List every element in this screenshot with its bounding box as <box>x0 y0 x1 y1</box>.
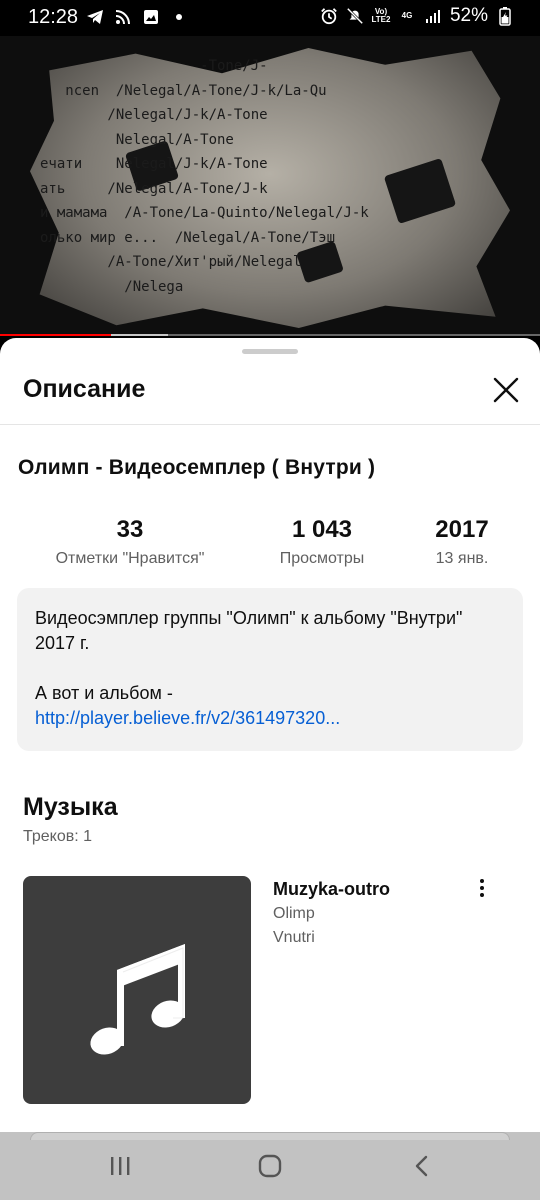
battery-icon <box>496 7 514 26</box>
rss-icon <box>114 8 132 26</box>
network-type: 4G <box>401 11 413 20</box>
video-frame-text: -Tone/J- ncen /Nelegal/A-Tone/J-k/La-Qu … <box>40 58 369 295</box>
video-progress-bar[interactable] <box>0 334 540 336</box>
description-text: Видеосэмплер группы "Олимп" к альбому "В… <box>35 608 463 653</box>
video-progress-buffer <box>110 334 168 336</box>
album-art[interactable] <box>23 876 251 1104</box>
video-title: Олимп - Видеосемплер ( Внутри ) <box>18 456 376 479</box>
status-notification-icons <box>86 8 188 26</box>
mute-icon <box>346 7 364 25</box>
home-icon <box>258 1154 282 1178</box>
network-label: Vo) LTE2 <box>371 7 391 24</box>
track-name[interactable]: Muzyka-outro <box>273 879 390 900</box>
views-count: 1 043 <box>291 516 353 543</box>
signal-icon <box>424 7 442 25</box>
description-box[interactable]: Видеосэмплер группы "Олимп" к альбому "В… <box>17 588 523 751</box>
publish-date: 13 янв. <box>435 550 489 567</box>
likes-stat: 33 Отметки "Нравится" <box>30 516 230 568</box>
battery-percent: 52% <box>449 5 488 26</box>
alarm-icon <box>320 7 338 25</box>
track-count: Треков: 1 <box>23 828 93 845</box>
header-divider <box>0 424 540 425</box>
video-progress-played <box>0 334 111 336</box>
back-icon <box>415 1155 428 1177</box>
sheet-title: Описание <box>23 375 146 403</box>
close-icon <box>493 377 519 403</box>
more-vert-icon <box>480 879 484 883</box>
track-more-button[interactable] <box>470 876 494 902</box>
telegram-icon <box>86 8 104 26</box>
likes-label: Отметки "Нравится" <box>55 550 205 567</box>
close-button[interactable] <box>488 372 524 408</box>
status-time: 12:28 <box>28 6 79 28</box>
status-system-icons: Vo) LTE2 4G 52% <box>320 5 514 27</box>
back-button[interactable] <box>402 1150 442 1182</box>
dot-icon <box>170 8 188 26</box>
system-nav-bar <box>0 1132 540 1200</box>
drag-handle[interactable] <box>242 349 298 354</box>
recent-apps-icon <box>111 1157 130 1175</box>
album-link[interactable]: http://player.believe.fr/v2/361497320... <box>35 706 505 731</box>
likes-count: 33 <box>116 516 144 543</box>
next-card-peek <box>30 1132 510 1140</box>
date-stat: 2017 13 янв. <box>420 516 504 568</box>
track-album: Vnutri <box>273 929 315 946</box>
recent-apps-button[interactable] <box>100 1150 140 1182</box>
music-section-title: Музыка <box>23 793 118 821</box>
image-icon <box>142 8 160 26</box>
publish-year: 2017 <box>435 516 489 543</box>
description-album-text: А вот и альбом - <box>35 683 173 703</box>
views-stat: 1 043 Просмотры <box>262 516 382 568</box>
music-note-icon <box>90 944 185 1055</box>
status-bar: 12:28 Vo) LTE2 4G 52% <box>0 0 540 36</box>
home-button[interactable] <box>250 1150 290 1182</box>
views-label: Просмотры <box>279 550 365 567</box>
track-artist: Olimp <box>273 905 315 922</box>
video-player[interactable]: -Tone/J- ncen /Nelegal/A-Tone/J-k/La-Qu … <box>0 36 540 336</box>
description-sheet: Описание Олимп - Видеосемплер ( Внутри )… <box>0 338 540 1132</box>
